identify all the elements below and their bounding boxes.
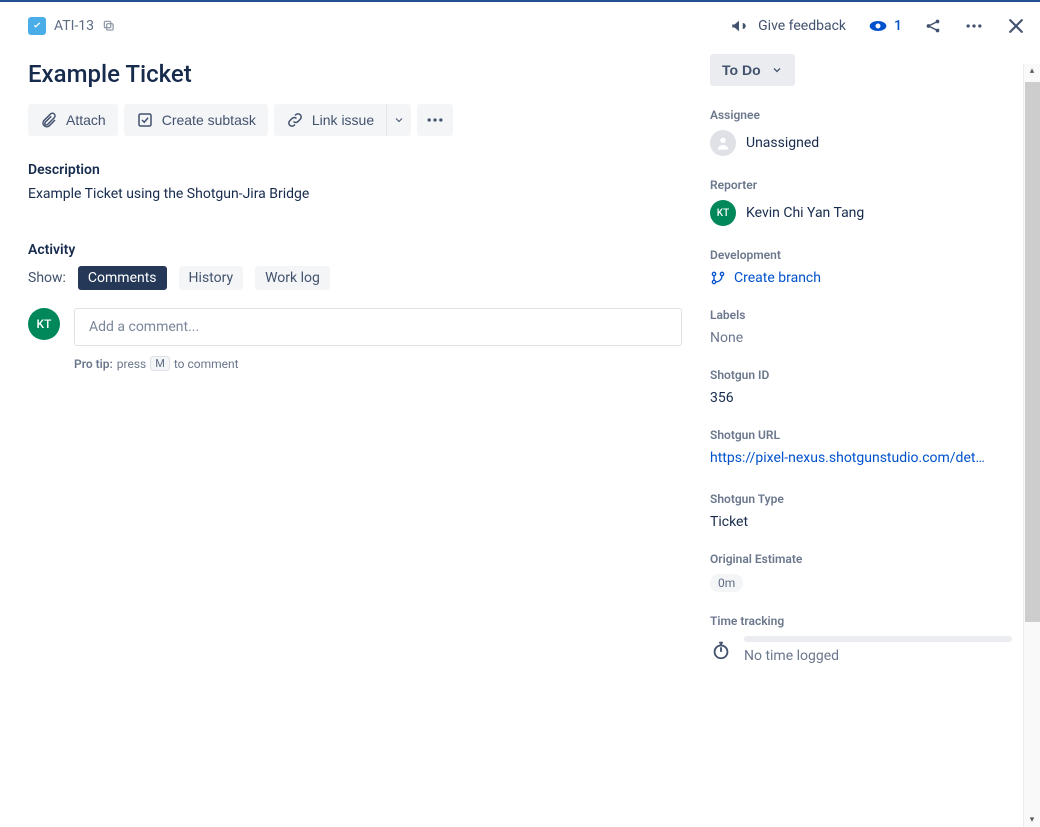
issue-key[interactable]: ATI-13 [54, 18, 94, 34]
development-label: Development [710, 248, 1012, 262]
time-tracking-bar [744, 636, 1012, 642]
close-button[interactable] [1006, 16, 1026, 36]
link-icon [286, 111, 304, 129]
scroll-up-icon[interactable]: ▴ [1030, 64, 1035, 78]
shotgun-type-label: Shotgun Type [710, 492, 1012, 506]
more-toolbar-button[interactable] [417, 104, 453, 136]
branch-icon [710, 270, 726, 286]
time-tracking-field[interactable]: No time logged [710, 636, 1012, 664]
issue-type-icon [28, 17, 46, 35]
original-estimate-value[interactable]: 0m [710, 574, 743, 592]
eye-icon [868, 16, 888, 36]
watch-button[interactable]: 1 [868, 16, 902, 36]
kebab-icon [964, 16, 984, 36]
copy-link-icon[interactable] [102, 19, 116, 33]
description-text[interactable]: Example Ticket using the Shotgun-Jira Br… [28, 186, 682, 202]
share-button[interactable] [924, 17, 942, 35]
kebab-icon [425, 110, 445, 130]
activity-label: Activity [28, 242, 682, 258]
create-branch-link[interactable]: Create branch [710, 270, 1012, 286]
subtask-icon [136, 111, 154, 129]
give-feedback-button[interactable]: Give feedback [730, 17, 846, 35]
labels-value[interactable]: None [710, 330, 1012, 346]
attach-button[interactable]: Attach [28, 104, 118, 136]
status-button[interactable]: To Do [710, 54, 795, 86]
shotgun-id-label: Shotgun ID [710, 368, 1012, 382]
time-tracking-label: Time tracking [710, 614, 1012, 628]
shotgun-url-label: Shotgun URL [710, 428, 1012, 442]
scrollbar[interactable]: ▴ ▾ [1023, 64, 1040, 827]
description-label: Description [28, 162, 682, 178]
labels-label: Labels [710, 308, 1012, 322]
tab-worklog[interactable]: Work log [255, 266, 330, 290]
comment-protip: Pro tip: press M to comment [74, 356, 682, 371]
chevron-down-icon [393, 114, 405, 126]
more-actions-button[interactable] [964, 16, 984, 36]
stopwatch-icon [710, 639, 732, 661]
scrollbar-thumb[interactable] [1025, 82, 1040, 622]
shotgun-url-value[interactable]: https://pixel-nexus.shotgunstudio.com/de… [710, 450, 990, 466]
shotgun-type-value[interactable]: Ticket [710, 514, 1012, 530]
assignee-label: Assignee [710, 108, 1012, 122]
breadcrumb: ATI-13 [28, 17, 116, 35]
original-estimate-label: Original Estimate [710, 552, 1012, 566]
tab-history[interactable]: History [179, 266, 244, 290]
paperclip-icon [40, 111, 58, 129]
link-issue-dropdown[interactable] [386, 104, 411, 136]
tab-comments[interactable]: Comments [78, 266, 167, 290]
watch-count: 1 [894, 18, 902, 34]
reporter-field[interactable]: KT Kevin Chi Yan Tang [710, 200, 1012, 226]
current-user-avatar: KT [28, 308, 60, 340]
reporter-label: Reporter [710, 178, 1012, 192]
show-label: Show: [28, 270, 66, 286]
comment-input[interactable]: Add a comment... [74, 308, 682, 346]
issue-title[interactable]: Example Ticket [28, 60, 682, 88]
create-subtask-button[interactable]: Create subtask [124, 104, 268, 136]
link-issue-button[interactable]: Link issue [274, 104, 386, 136]
share-icon [924, 17, 942, 35]
chevron-down-icon [771, 64, 783, 76]
assignee-field[interactable]: Unassigned [710, 130, 1012, 156]
scroll-down-icon[interactable]: ▾ [1030, 813, 1035, 827]
feedback-label: Give feedback [758, 18, 846, 34]
shotgun-id-value[interactable]: 356 [710, 390, 1012, 406]
time-tracking-value: No time logged [744, 648, 1012, 664]
unassigned-avatar-icon [710, 130, 736, 156]
close-icon [1006, 16, 1026, 36]
megaphone-icon [730, 17, 748, 35]
reporter-avatar: KT [710, 200, 736, 226]
